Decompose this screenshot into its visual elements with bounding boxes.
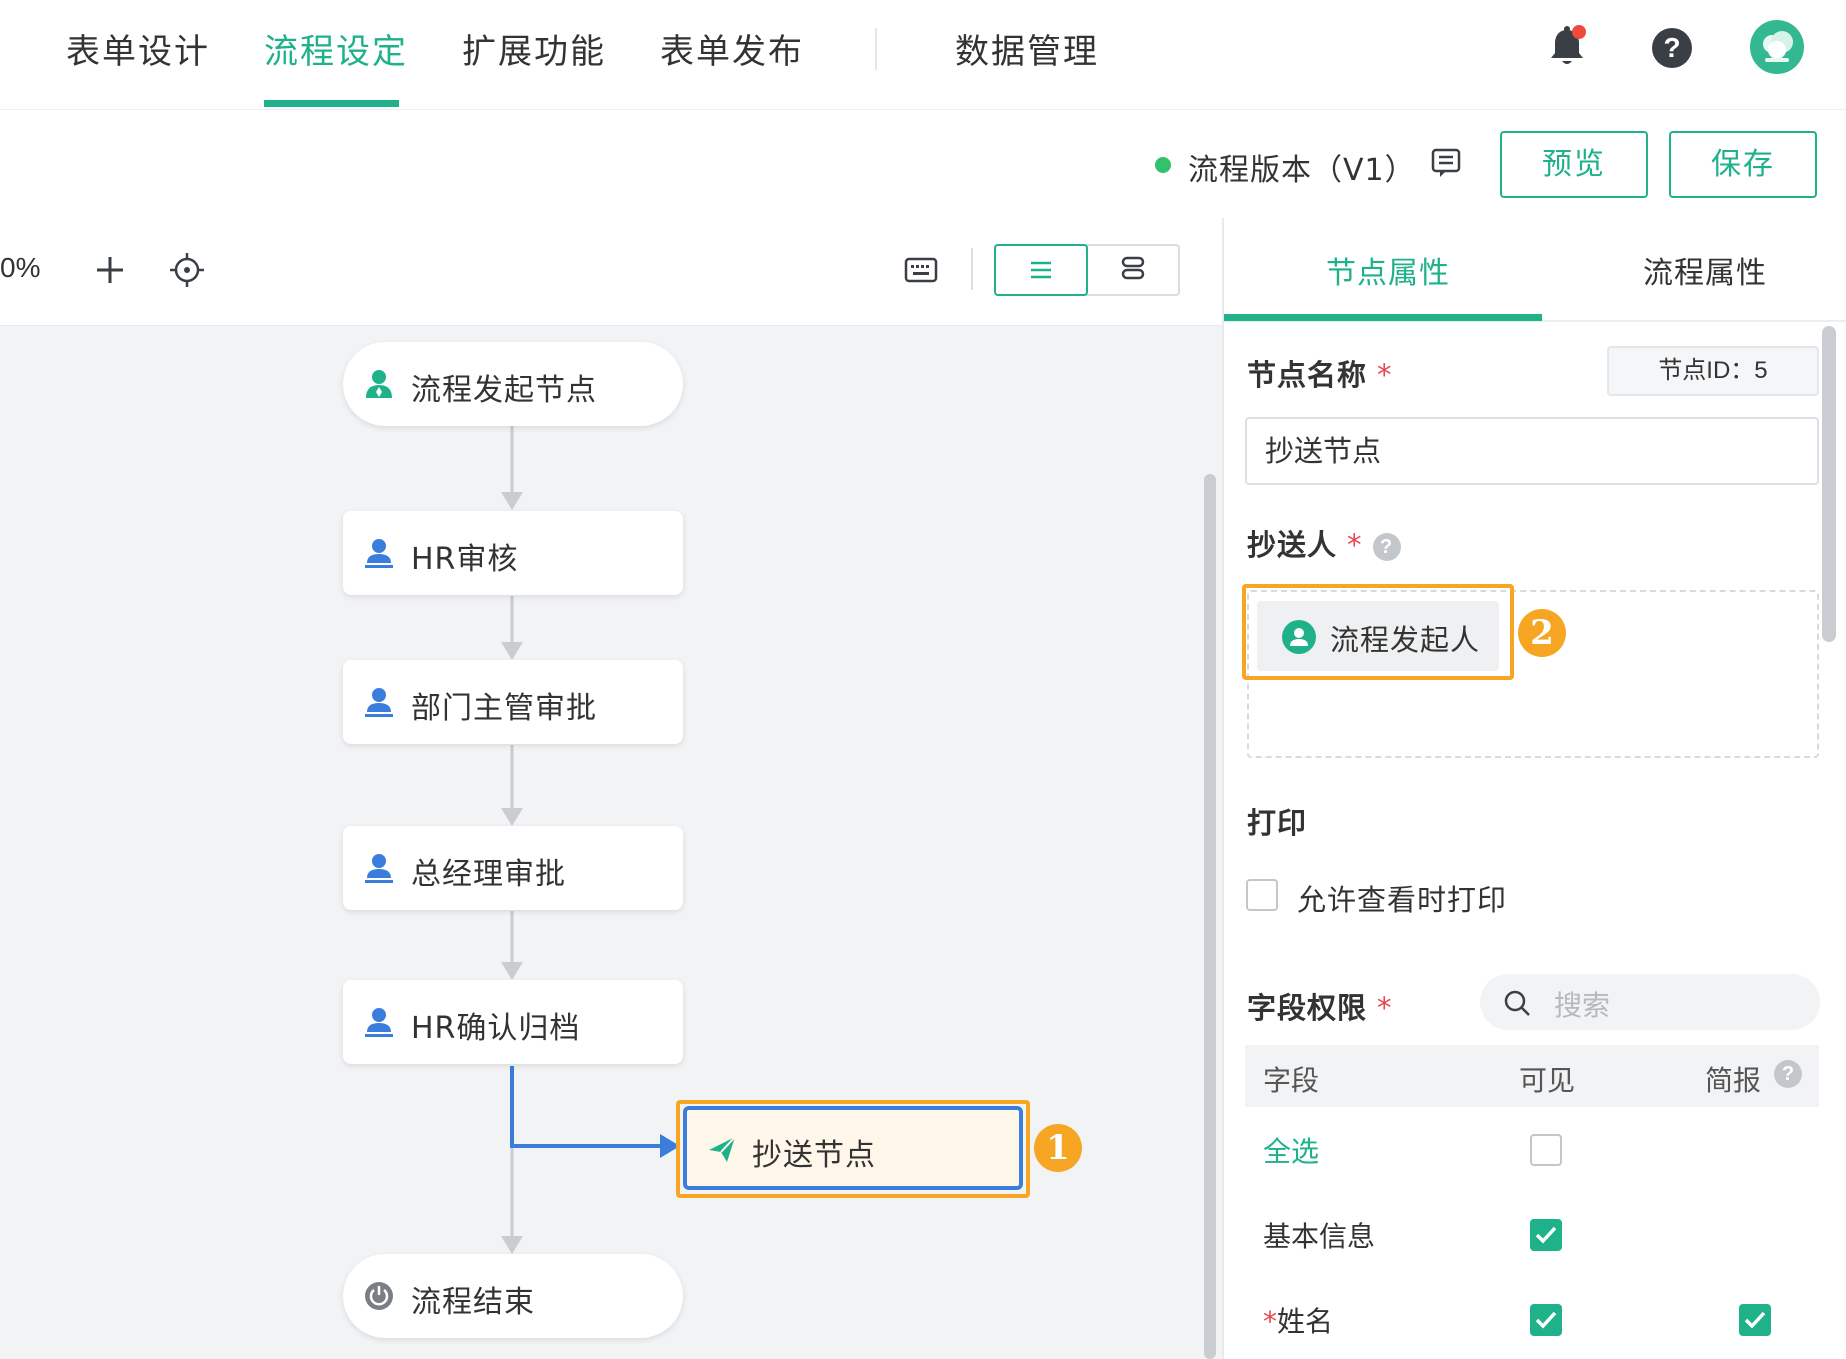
flow-node-dept-approval[interactable]: 部门主管审批 [343, 660, 683, 744]
locate-icon[interactable] [169, 252, 205, 288]
visible-checkbox[interactable] [1530, 1304, 1562, 1336]
flow-node-gm-approval[interactable]: 总经理审批 [343, 826, 683, 910]
save-button[interactable]: 保存 [1669, 131, 1817, 198]
tab-form-design[interactable]: 表单设计 [66, 24, 210, 73]
approver-icon [365, 688, 393, 717]
preview-button[interactable]: 预览 [1500, 131, 1648, 198]
search-placeholder: 搜索 [1554, 989, 1611, 1022]
annotation-badge-2: 2 [1518, 609, 1566, 657]
visible-checkbox[interactable] [1530, 1134, 1562, 1166]
notification-dot [1572, 25, 1586, 39]
visible-checkbox[interactable] [1530, 1219, 1562, 1251]
status-dot [1155, 157, 1171, 173]
canvas-scrollbar[interactable] [1204, 474, 1216, 1359]
annotation-badge-1: 1 [1034, 1124, 1082, 1172]
node-label: HR确认归档 [411, 1011, 581, 1046]
node-label: 抄送节点 [752, 1138, 876, 1173]
field-search[interactable]: 搜索 [1480, 974, 1820, 1030]
search-icon [1504, 990, 1530, 1016]
panel-scrollbar[interactable] [1822, 326, 1836, 642]
power-icon [365, 1282, 393, 1310]
print-checkbox[interactable] [1246, 879, 1278, 911]
node-name-input[interactable]: 抄送节点 [1245, 417, 1819, 485]
column-header-visible: 可见 [1519, 1064, 1576, 1097]
node-label: 部门主管审批 [411, 691, 597, 726]
required-mark: * [1347, 528, 1363, 562]
check-icon [1535, 1311, 1557, 1329]
node-label: 流程发起节点 [411, 373, 597, 408]
card-view-icon [1121, 256, 1145, 280]
print-title: 打印 [1247, 806, 1308, 840]
required-mark: * [1377, 358, 1393, 392]
node-label: 流程结束 [411, 1285, 535, 1320]
flow-node-end[interactable]: 流程结束 [343, 1254, 683, 1338]
field-permission-title: 字段权限 * [1247, 991, 1393, 1025]
select-all-link[interactable]: 全选 [1263, 1130, 1319, 1170]
help-icon[interactable]: ? [1774, 1060, 1802, 1088]
tab-form-publish[interactable]: 表单发布 [660, 24, 804, 73]
flow-version-label[interactable]: 流程版本（V1） [1188, 145, 1416, 189]
check-icon [1535, 1226, 1557, 1244]
approver-icon [365, 1008, 393, 1037]
list-view-icon [1031, 261, 1051, 279]
panel-active-tab-indicator [1224, 314, 1542, 321]
tab-flow-settings[interactable]: 流程设定 [264, 24, 408, 73]
keyboard-icon[interactable] [904, 256, 938, 284]
flow-node-initiator[interactable]: 流程发起节点 [343, 342, 683, 426]
node-name-title: 节点名称 * [1247, 358, 1393, 392]
initiator-icon [366, 370, 392, 398]
nav-divider [875, 28, 877, 70]
zoom-level: 0% [0, 252, 41, 283]
cc-chip-highlight [1242, 584, 1514, 680]
active-tab-indicator [264, 100, 399, 107]
brief-checkbox[interactable] [1739, 1304, 1771, 1336]
node-label: 总经理审批 [411, 857, 566, 892]
avatar[interactable] [1750, 20, 1804, 74]
flow-node-hr-archive[interactable]: HR确认归档 [343, 980, 683, 1064]
tab-extensions[interactable]: 扩展功能 [462, 24, 606, 73]
node-label: HR审核 [411, 542, 519, 577]
bell-icon[interactable] [1548, 24, 1586, 68]
flow-node-hr-review[interactable]: HR审核 [343, 511, 683, 595]
card-view-button[interactable] [1088, 244, 1182, 296]
help-icon[interactable]: ? [1652, 28, 1692, 68]
node-id-badge: 节点ID：5 [1607, 346, 1819, 396]
zoom-in-icon[interactable] [94, 254, 126, 286]
flow-node-cc[interactable]: 抄送节点 [683, 1106, 1023, 1190]
view-mode-toggle [994, 244, 1180, 296]
column-header-field: 字段 [1263, 1064, 1320, 1097]
version-log-icon[interactable] [1430, 147, 1462, 179]
help-icon[interactable]: ? [1372, 533, 1401, 561]
top-nav: 表单设计 流程设定 扩展功能 表单发布 数据管理 ? [0, 0, 1846, 110]
tab-flow-properties[interactable]: 流程属性 [1643, 248, 1767, 292]
field-name: *姓名 [1263, 1305, 1334, 1338]
print-option-label: 允许查看时打印 [1297, 883, 1508, 917]
tab-node-properties[interactable]: 节点属性 [1326, 248, 1450, 292]
column-header-brief: 简报 [1705, 1064, 1762, 1097]
tab-data-management[interactable]: 数据管理 [955, 24, 1099, 73]
check-icon [1744, 1311, 1766, 1329]
required-mark: * [1377, 991, 1393, 1025]
approver-icon [365, 854, 393, 883]
toolbar-divider [971, 248, 973, 290]
field-name: 基本信息 [1263, 1220, 1376, 1253]
approver-icon [365, 539, 393, 568]
cc-recipient-title: 抄送人 *? [1247, 522, 1401, 564]
send-icon [709, 1136, 736, 1162]
list-view-button[interactable] [994, 244, 1088, 296]
